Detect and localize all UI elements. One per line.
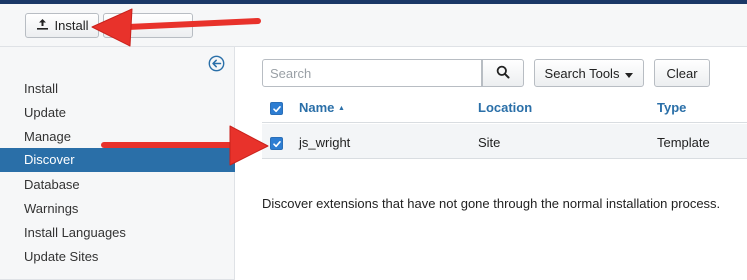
column-header-type[interactable]: Type	[657, 100, 686, 115]
sidebar-item-update-sites[interactable]: Update Sites	[0, 245, 235, 269]
sidebar-item-warnings[interactable]: Warnings	[0, 197, 235, 221]
sidebar: Install Update Manage Discover Database …	[0, 47, 235, 280]
search-tools-button[interactable]: Search Tools	[534, 59, 644, 87]
search-input[interactable]	[262, 59, 482, 87]
circle-arrow-left-icon[interactable]	[208, 55, 225, 72]
column-header-name[interactable]: Name ▲	[299, 100, 345, 115]
sidebar-item-database[interactable]: Database	[0, 173, 235, 197]
table-header: Name ▲ Location Type	[262, 94, 747, 123]
upload-icon	[36, 18, 49, 33]
sort-ascending-icon: ▲	[338, 105, 345, 112]
toolbar-button[interactable]	[103, 13, 193, 38]
sidebar-item-install-languages[interactable]: Install Languages	[0, 221, 235, 245]
column-name-label: Name	[299, 100, 335, 115]
clear-button[interactable]: Clear	[654, 59, 710, 87]
cell-location: Site	[478, 135, 501, 150]
magnifier-icon	[496, 65, 510, 82]
cell-name: js_wright	[299, 135, 351, 150]
install-button[interactable]: Install	[25, 13, 99, 38]
row-checkbox[interactable]	[270, 137, 283, 150]
toolbar: Install	[0, 4, 747, 47]
column-header-location[interactable]: Location	[478, 100, 532, 115]
search-tools-label: Search Tools	[544, 65, 620, 81]
sidebar-item-discover[interactable]: Discover	[0, 148, 235, 172]
sidebar-item-manage[interactable]: Manage	[0, 125, 235, 149]
table-row: js_wright Site Template	[262, 124, 747, 159]
cell-type: Template	[657, 135, 710, 150]
sidebar-item-update[interactable]: Update	[0, 101, 235, 125]
discover-info-message: Discover extensions that have not gone t…	[262, 196, 721, 211]
caret-down-icon	[625, 66, 634, 81]
select-all-checkbox[interactable]	[270, 102, 283, 115]
install-button-label: Install	[54, 18, 89, 33]
search-button[interactable]	[482, 59, 524, 87]
sidebar-item-install[interactable]: Install	[0, 77, 235, 101]
